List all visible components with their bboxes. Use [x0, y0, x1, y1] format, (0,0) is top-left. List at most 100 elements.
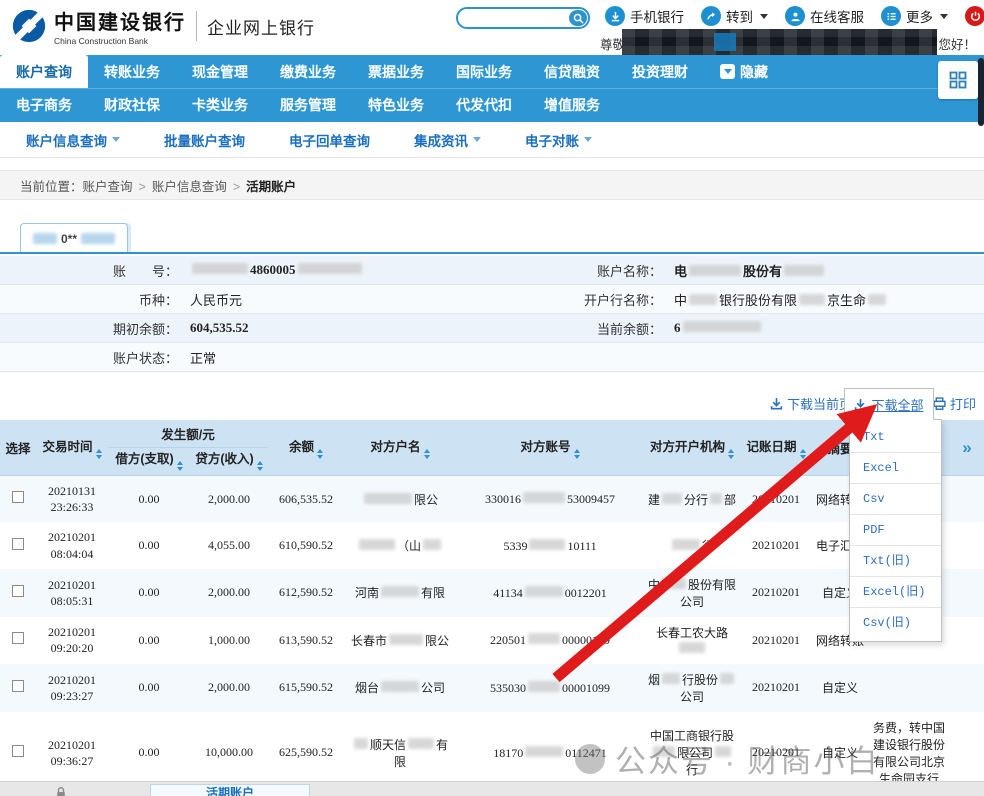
nav-item-r1-5[interactable]: 国际业务: [440, 55, 528, 88]
nav-item-r2-4[interactable]: 特色业务: [352, 89, 440, 121]
cell-transaction-time: 20210201 09:23:27: [36, 664, 108, 712]
redacted-blur: [523, 492, 566, 504]
more-caret-icon: [940, 13, 948, 19]
download-format-option-3[interactable]: PDF: [850, 515, 941, 546]
search-input[interactable]: [466, 10, 566, 26]
account-tab[interactable]: 0**: [20, 223, 128, 253]
expand-columns-button[interactable]: »: [962, 438, 971, 457]
nav-item-r2-0[interactable]: 电子商务: [0, 89, 88, 121]
row-checkbox[interactable]: [12, 537, 24, 550]
subnav-item-0[interactable]: 账户信息查询: [26, 130, 120, 150]
text-fragment: 行: [702, 539, 715, 554]
redacted-blur: [662, 577, 687, 589]
subnav-label: 账户信息查询: [26, 133, 107, 149]
nav-item-r2-6[interactable]: 增值服务: [528, 89, 616, 121]
nav-item-r1-7[interactable]: 投资理财: [616, 55, 704, 88]
bottom-tab-current-account[interactable]: 活期账户: [150, 784, 310, 796]
row-checkbox[interactable]: [12, 679, 24, 692]
column-header-counterparty-bank[interactable]: 对方开户机构: [644, 420, 741, 476]
sort-icon[interactable]: [317, 449, 324, 459]
sort-icon[interactable]: [95, 449, 102, 459]
breadcrumb-separator: >: [232, 179, 241, 194]
cell-credit: 2,000.00: [208, 491, 250, 506]
column-header-credit[interactable]: 贷方(收入): [190, 447, 269, 476]
text-fragment: 41134: [493, 585, 523, 600]
transaction-date: 20210201: [48, 625, 96, 640]
row-checkbox[interactable]: [12, 584, 24, 597]
nav-item-r1-4[interactable]: 票据业务: [352, 55, 440, 88]
subnav-item-2[interactable]: 电子回单查询: [289, 130, 370, 150]
sort-icon[interactable]: [176, 461, 183, 471]
column-header-time[interactable]: 交易时间: [36, 420, 108, 476]
transaction-clock: 08:05:31: [50, 593, 94, 608]
lock-icon: [56, 785, 66, 796]
mobile-banking-link[interactable]: 手机银行: [605, 6, 684, 26]
print-button[interactable]: 打印: [933, 394, 976, 413]
download-format-option-4[interactable]: Txt(旧): [850, 546, 941, 577]
column-header-counterparty-name[interactable]: 对方户名: [344, 420, 457, 476]
sort-icon[interactable]: [728, 449, 735, 459]
row-checkbox[interactable]: [12, 491, 24, 504]
scrollbar-thumb[interactable]: [978, 58, 984, 126]
text-fragment: 京生命: [827, 292, 867, 308]
transaction-date: 20210201: [48, 530, 96, 545]
nav-item-r2-5[interactable]: 代发代扣: [440, 89, 528, 121]
text-fragment: 公司: [680, 689, 705, 704]
download-format-option-1[interactable]: Excel: [850, 453, 941, 484]
download-format-option-2[interactable]: Csv: [850, 484, 941, 515]
nav-grid-button[interactable]: [938, 61, 978, 99]
text-fragment: 6: [674, 320, 681, 335]
subnav-item-4[interactable]: 电子对账: [525, 130, 592, 150]
nav-item-r2-2[interactable]: 卡类业务: [176, 89, 264, 121]
nav-hide-button[interactable]: 隐藏: [720, 55, 768, 88]
column-header-counterparty-account[interactable]: 对方账号: [456, 420, 645, 476]
brand-divider: [196, 11, 197, 41]
text-fragment: 务费，转中国建设银行股份有限公司北京生命园支行: [873, 720, 946, 786]
download-format-option-5[interactable]: Excel(旧): [850, 577, 941, 608]
nav-item-r1-3[interactable]: 缴费业务: [264, 55, 352, 88]
sort-icon[interactable]: [573, 449, 580, 459]
breadcrumb: 当前位置： 账户查询 > 账户信息查询 > 活期账户: [0, 170, 984, 200]
logout-button[interactable]: 退出: [965, 6, 984, 26]
info-value: 正常: [190, 348, 502, 367]
nav-item-r1-1[interactable]: 转账业务: [88, 55, 176, 88]
download-format-option-0[interactable]: Txt: [850, 422, 941, 453]
column-header-posting-date[interactable]: 记账日期: [740, 420, 813, 476]
sort-icon[interactable]: [256, 461, 263, 471]
download-current-page-label: 下载当前页: [786, 397, 852, 412]
breadcrumb-item-0[interactable]: 账户查询: [83, 180, 133, 194]
download-format-option-6[interactable]: Csv(旧): [850, 608, 941, 639]
account-info-panel: 账 号： 4860005 账户名称： 电 股份有 币种： 人民币元 开户行名称： 中 银行股份有限…: [0, 256, 984, 372]
column-header-label: 记账日期: [746, 440, 797, 454]
cell-select: [0, 522, 36, 568]
redacted-blur: [381, 681, 420, 693]
download-all-button[interactable]: 下载全部: [854, 395, 924, 414]
text-fragment: （山: [397, 539, 422, 554]
search-icon[interactable]: [569, 10, 587, 26]
search-box[interactable]: [456, 7, 590, 29]
nav-item-r1-0[interactable]: 账户查询: [0, 55, 88, 88]
subnav-item-1[interactable]: 批量账户查询: [164, 130, 245, 150]
nav-item-r2-3[interactable]: 服务管理: [264, 89, 352, 121]
sort-icon[interactable]: [423, 449, 430, 459]
subnav-item-3[interactable]: 集成资讯: [414, 130, 481, 150]
goto-link[interactable]: 转到: [701, 6, 768, 26]
breadcrumb-item-1[interactable]: 账户信息查询: [152, 180, 227, 194]
sort-icon[interactable]: [799, 449, 806, 459]
sub-nav: 账户信息查询 批量账户查询 电子回单查询 集成资讯 电子对账: [0, 122, 984, 158]
text-fragment: 0112471: [565, 745, 607, 760]
online-service-link[interactable]: 在线客服: [785, 6, 864, 26]
download-current-page-button[interactable]: 下载当前页: [770, 394, 852, 413]
row-checkbox[interactable]: [12, 744, 24, 757]
nav-item-r1-2[interactable]: 现金管理: [176, 55, 264, 88]
cell-select: [0, 617, 36, 664]
download-format-menu: Txt Excel Csv PDF Txt(旧) Excel(旧) Csv(旧): [849, 419, 942, 642]
column-header-debit[interactable]: 借方(支取): [108, 447, 190, 476]
column-header-balance[interactable]: 余额: [268, 420, 345, 476]
nav-item-r1-6[interactable]: 信贷融资: [528, 55, 616, 88]
cell-debit: 0.00: [138, 491, 160, 506]
row-checkbox[interactable]: [12, 632, 24, 645]
online-service-label: 在线客服: [810, 10, 864, 25]
more-link[interactable]: 更多: [881, 6, 948, 26]
nav-item-r2-1[interactable]: 财政社保: [88, 89, 176, 121]
